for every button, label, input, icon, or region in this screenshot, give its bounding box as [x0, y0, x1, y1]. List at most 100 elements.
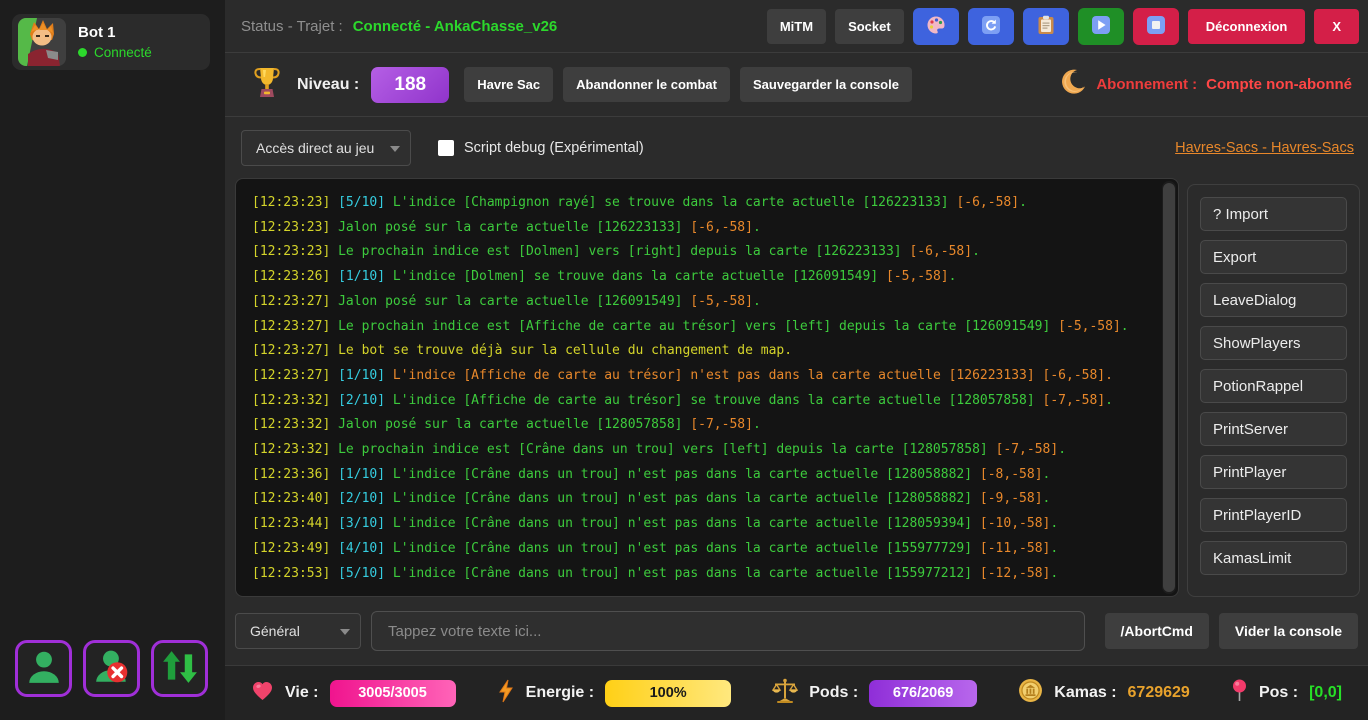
coin-icon [1018, 678, 1043, 708]
status-trajet-label: Status - Trajet : [241, 18, 343, 35]
refresh-icon [981, 15, 1001, 38]
refresh-button[interactable] [968, 8, 1014, 45]
clipboard-icon [1037, 15, 1055, 38]
bot-info: Bot 1 Connecté [78, 24, 152, 60]
command-button-leavedialog[interactable]: LeaveDialog [1200, 283, 1347, 317]
script-debug-label: Script debug (Expérimental) [464, 140, 644, 156]
socket-button[interactable]: Socket [835, 9, 904, 44]
console-line: [12:23:32] Jalon posé sur la carte actue… [252, 413, 1160, 438]
console-line: [12:23:53] [5/10] L'indice [Crâne dans u… [252, 562, 1160, 587]
pods-group: Pods : 676/2069 [772, 678, 977, 709]
deconnexion-button[interactable]: Déconnexion [1188, 9, 1306, 44]
status-trajet-value: Connecté - AnkaChasse_v26 [353, 18, 558, 35]
havres-sacs-link[interactable]: Havres-Sacs - Havres-Sacs [1175, 140, 1354, 156]
energie-label: Energie : [526, 684, 594, 702]
pos-label: Pos : [1259, 684, 1298, 702]
script-debug-checkbox[interactable] [438, 140, 454, 156]
pin-icon [1231, 679, 1248, 708]
chat-input[interactable] [371, 611, 1085, 651]
energie-badge: 100% [605, 680, 731, 707]
vie-badge: 3005/3005 [330, 680, 456, 707]
console-line: [12:23:27] Le prochain indice est [Affic… [252, 315, 1160, 340]
topbar: Status - Trajet : Connecté - AnkaChasse_… [225, 0, 1368, 53]
console-scrollbar[interactable] [1162, 181, 1176, 594]
console-line: [12:23:27] Le bot se trouve déjà sur la … [252, 339, 1160, 364]
play-button[interactable] [1078, 8, 1124, 45]
level-row: Niveau : 188 Havre Sac Abandonner le com… [225, 53, 1368, 117]
trophy-icon [253, 66, 281, 103]
moon-icon [1062, 69, 1086, 100]
add-player-button[interactable] [15, 640, 72, 697]
abonnement-label: Abonnement : [1096, 76, 1197, 93]
command-button-printplayer[interactable]: PrintPlayer [1200, 455, 1347, 489]
kamas-label: Kamas : [1054, 684, 1116, 702]
chat-channel-value: Général [250, 623, 300, 639]
remove-player-button[interactable] [83, 640, 140, 697]
abandonner-combat-button[interactable]: Abandonner le combat [563, 67, 730, 102]
kamas-group: Kamas : 6729629 [1018, 678, 1190, 708]
vie-label: Vie : [285, 684, 319, 702]
pos-group: Pos : [0,0] [1231, 679, 1342, 708]
sidebar-actions [15, 640, 208, 697]
palette-icon [926, 15, 946, 38]
access-mode-value: Accès direct au jeu [256, 140, 374, 156]
command-button-kamaslimit[interactable]: KamasLimit [1200, 541, 1347, 575]
person-remove-icon [93, 648, 131, 689]
sidebar: Bot 1 Connecté [0, 0, 225, 720]
command-button-showplayers[interactable]: ShowPlayers [1200, 326, 1347, 360]
command-button-export[interactable]: Export [1200, 240, 1347, 274]
abonnement-value: Compte non-abonné [1206, 76, 1352, 93]
pos-value: [0,0] [1309, 684, 1342, 702]
play-icon [1091, 15, 1111, 38]
status-dot [78, 48, 87, 57]
abonnement-group: Abonnement : Compte non-abonné [1062, 69, 1352, 100]
console-line: [12:23:32] Le prochain indice est [Crâne… [252, 438, 1160, 463]
console-line: [12:23:23] [5/10] L'indice [Champignon r… [252, 191, 1160, 216]
chat-row: Général /AbortCmd Vider la console [225, 597, 1368, 665]
niveau-label: Niveau : [297, 76, 359, 94]
command-button-printplayerid[interactable]: PrintPlayerID [1200, 498, 1347, 532]
options-row: Accès direct au jeu Script debug (Expéri… [225, 117, 1368, 178]
console-line: [12:23:27] Jalon posé sur la carte actue… [252, 290, 1160, 315]
console-line: [12:23:44] [3/10] L'indice [Crâne dans u… [252, 512, 1160, 537]
topbar-buttons: MiTM Socket [767, 8, 1359, 45]
person-icon [25, 648, 63, 689]
console-line: [12:23:36] [1/10] L'indice [Crâne dans u… [252, 463, 1160, 488]
sauvegarder-console-button[interactable]: Sauvegarder la console [740, 67, 912, 102]
console-line: [12:23:23] Jalon posé sur la carte actue… [252, 216, 1160, 241]
chevron-down-icon [340, 629, 350, 635]
lightning-icon [497, 679, 515, 708]
niveau-badge: 188 [371, 67, 449, 103]
mitm-button[interactable]: MiTM [767, 9, 826, 44]
bot-status: Connecté [94, 45, 152, 60]
stop-icon [1146, 15, 1166, 38]
theme-button[interactable] [913, 8, 959, 45]
havre-sac-button[interactable]: Havre Sac [464, 67, 553, 102]
pods-label: Pods : [809, 684, 858, 702]
energie-group: Energie : 100% [497, 679, 731, 708]
command-button-potionrappel[interactable]: PotionRappel [1200, 369, 1347, 403]
pods-badge: 676/2069 [869, 680, 977, 707]
bot-card[interactable]: Bot 1 Connecté [12, 14, 210, 70]
close-window-button[interactable]: X [1314, 9, 1359, 44]
row2-buttons: Havre Sac Abandonner le combat Sauvegard… [464, 67, 912, 102]
stop-button[interactable] [1133, 8, 1179, 45]
scrollbar-thumb[interactable] [1163, 183, 1175, 592]
app-window: Bot 1 Connecté [0, 0, 1368, 720]
console-line: [12:23:26] [1/10] L'indice [Dolmen] se t… [252, 265, 1160, 290]
clipboard-button[interactable] [1023, 8, 1069, 45]
sort-players-button[interactable] [151, 640, 208, 697]
console-line: [12:23:23] Le prochain indice est [Dolme… [252, 240, 1160, 265]
console-log: [12:23:23] [5/10] L'indice [Champignon r… [236, 179, 1160, 596]
vider-console-button[interactable]: Vider la console [1219, 613, 1358, 649]
command-button-import[interactable]: ? Import [1200, 197, 1347, 231]
console-panel: [12:23:23] [5/10] L'indice [Champignon r… [235, 178, 1179, 597]
status-bar: Vie : 3005/3005 Energie : 100% [225, 665, 1368, 720]
chevron-down-icon [390, 146, 400, 152]
abort-cmd-button[interactable]: /AbortCmd [1105, 613, 1209, 649]
access-mode-select[interactable]: Accès direct au jeu [241, 130, 411, 166]
vie-group: Vie : 3005/3005 [251, 680, 456, 707]
chat-channel-select[interactable]: Général [235, 613, 361, 649]
avatar [18, 18, 66, 66]
command-button-printserver[interactable]: PrintServer [1200, 412, 1347, 446]
